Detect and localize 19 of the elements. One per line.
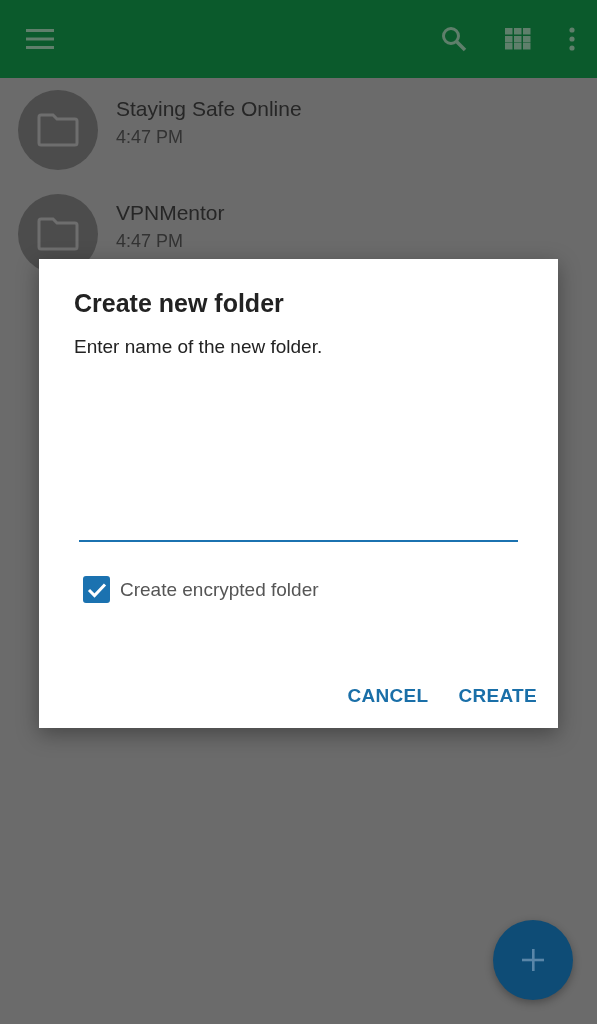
folder-time: 4:47 PM <box>116 230 185 252</box>
checkbox-label[interactable]: Create encrypted folder <box>120 578 319 601</box>
add-button[interactable] <box>493 920 573 1000</box>
search-icon[interactable] <box>441 26 467 52</box>
folder-name[interactable]: VPNMentor <box>116 200 225 225</box>
dialog-message: Enter name of the new folder. <box>74 336 324 358</box>
grid-icon[interactable] <box>505 28 531 50</box>
plus-icon <box>522 949 544 971</box>
folder-time: 4:47 PM <box>116 126 185 148</box>
menu-icon[interactable] <box>26 28 54 50</box>
folder-icon <box>37 217 79 251</box>
dialog-button[interactable]: CREATE <box>450 677 545 715</box>
dialog-title: Create new folder <box>74 289 285 318</box>
folder-icon <box>37 113 79 147</box>
checkmark-icon <box>86 581 107 598</box>
more-icon[interactable] <box>569 27 575 51</box>
checkbox[interactable] <box>83 576 110 603</box>
dialog-button[interactable]: CANCEL <box>339 677 437 715</box>
folder-name[interactable]: Staying Safe Online <box>116 96 302 121</box>
